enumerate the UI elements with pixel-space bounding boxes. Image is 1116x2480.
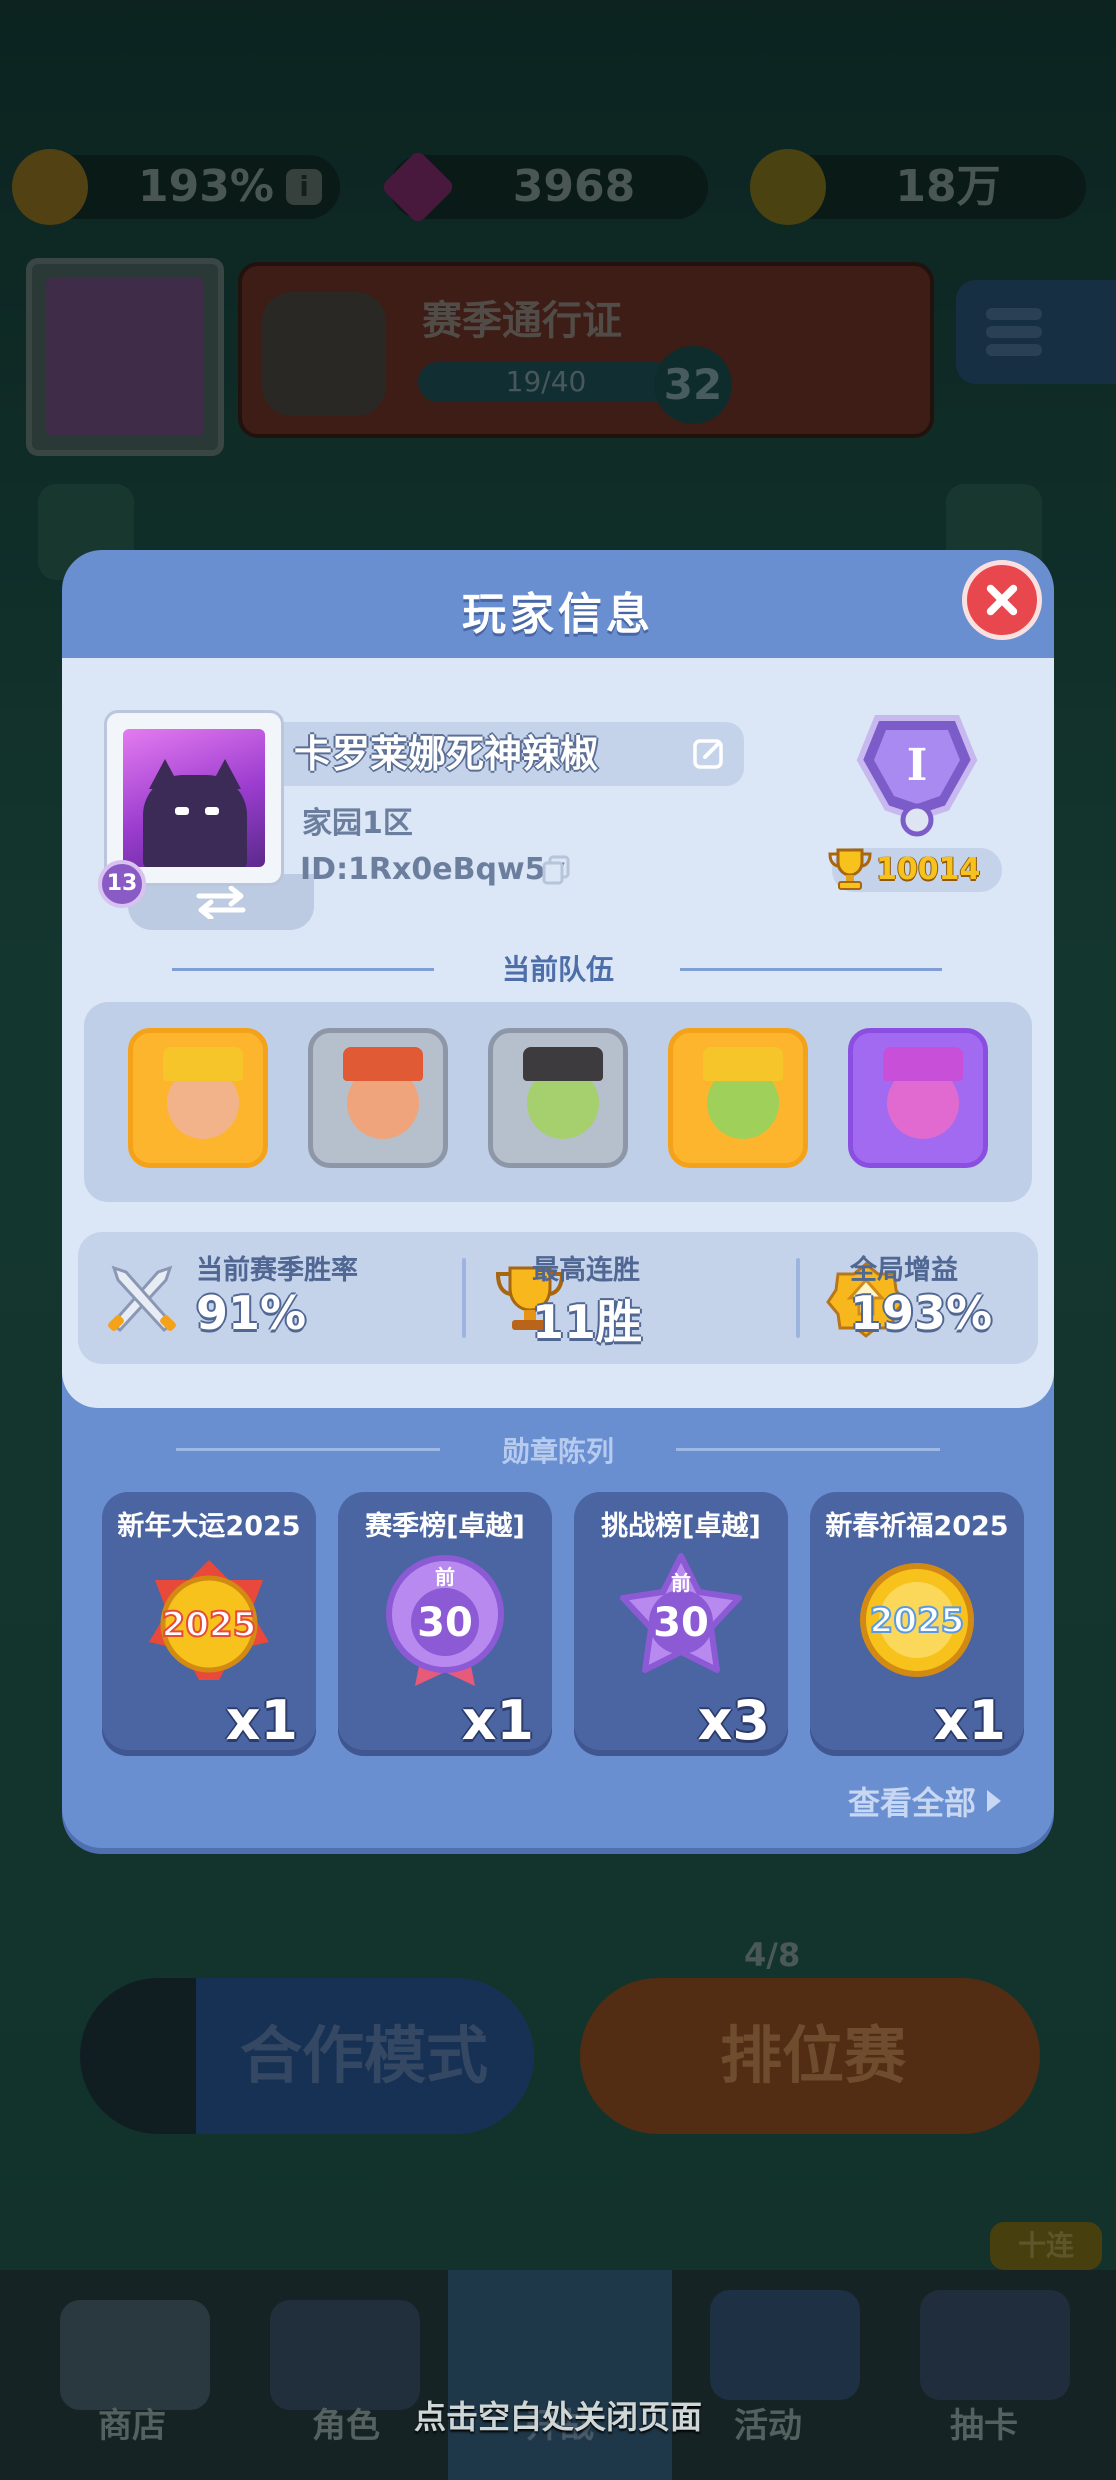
hero-card-goblin[interactable] bbox=[488, 1028, 628, 1168]
medals-header: 勋章陈列 bbox=[501, 1435, 614, 1468]
medal-count: x1 bbox=[933, 1689, 1006, 1752]
challenge-rank-medal-icon: 前 30 bbox=[620, 1553, 742, 1673]
player-info-dialog: 玩家信息 13 卡罗莱娜死神辣椒 家园1区 ID:1Rx0eBqw5v I 10… bbox=[62, 550, 1054, 1848]
medal-art-text: 30 bbox=[653, 1600, 709, 1646]
rank-badge-icon[interactable]: I bbox=[852, 700, 982, 840]
hero-card-warrior[interactable] bbox=[308, 1028, 448, 1168]
view-all-label: 查看全部 bbox=[847, 1784, 976, 1822]
player-id: ID:1Rx0eBqw5v bbox=[300, 852, 566, 887]
player-name: 卡罗莱娜死神辣椒 bbox=[294, 732, 599, 776]
season-rank-medal-icon: 前 30 bbox=[386, 1555, 504, 1686]
trophy-value: 10014 bbox=[876, 852, 981, 887]
player-stats: 当前赛季胜率 91% 最高连胜 11胜 全局增益 193% bbox=[78, 1232, 1038, 1364]
trophy-icon bbox=[828, 848, 872, 890]
player-server: 家园1区 bbox=[302, 806, 413, 841]
team-header: 当前队伍 bbox=[501, 953, 614, 986]
player-avatar[interactable] bbox=[104, 710, 284, 886]
close-icon bbox=[986, 584, 1018, 616]
close-hint: 点击空白处关闭页面 bbox=[413, 2398, 702, 2436]
medal-name: 新年大运2025 bbox=[117, 1511, 301, 1542]
avatar-portrait bbox=[123, 729, 265, 867]
player-level-badge: 13 bbox=[98, 860, 146, 908]
close-button[interactable] bbox=[962, 560, 1042, 640]
medal-card[interactable]: 挑战榜[卓越] 前 30 x3 bbox=[574, 1492, 788, 1756]
swap-arrows-icon bbox=[196, 885, 246, 919]
medal-card[interactable]: 新年大运2025 2025 x1 bbox=[102, 1492, 316, 1756]
copy-icon[interactable] bbox=[540, 854, 572, 886]
dialog-title: 玩家信息 bbox=[462, 589, 654, 640]
hero-card-goblin-king[interactable] bbox=[668, 1028, 808, 1168]
medal-art-top: 前 bbox=[435, 1565, 455, 1589]
global-boost-label: 全局增益 bbox=[850, 1255, 958, 1286]
stat-divider bbox=[796, 1258, 800, 1338]
stat-divider bbox=[462, 1258, 466, 1338]
medal-art-text: 2025 bbox=[162, 1605, 257, 1645]
medal-count: x1 bbox=[225, 1689, 298, 1752]
hero-card-king[interactable] bbox=[128, 1028, 268, 1168]
crossed-swords-icon bbox=[108, 1265, 176, 1333]
medal-name: 新春祈福2025 bbox=[825, 1511, 1009, 1542]
team-lineup bbox=[84, 1002, 1032, 1202]
view-all-link[interactable]: 查看全部 bbox=[848, 1778, 1004, 1824]
rank-numeral: I bbox=[907, 740, 928, 791]
trophy-count: 10014 bbox=[828, 848, 1002, 892]
spring-blessing-medal-icon: 2025 bbox=[860, 1563, 974, 1677]
hero-card-wrestler[interactable] bbox=[848, 1028, 988, 1168]
player-profile-panel: 13 卡罗莱娜死神辣椒 家园1区 ID:1Rx0eBqw5v I 10014 当… bbox=[62, 658, 1054, 1408]
winrate-label: 当前赛季胜率 bbox=[196, 1255, 358, 1286]
new-year-medal-icon: 2025 bbox=[149, 1560, 269, 1680]
medal-count: x3 bbox=[697, 1689, 770, 1752]
medal-art-top: 前 bbox=[671, 1571, 691, 1595]
medal-card[interactable]: 新春祈福2025 2025 x1 bbox=[810, 1492, 1024, 1756]
medal-count: x1 bbox=[461, 1689, 534, 1752]
streak-value: 11胜 bbox=[532, 1295, 643, 1349]
medal-card[interactable]: 赛季榜[卓越] 前 30 x1 bbox=[338, 1492, 552, 1756]
medal-name: 挑战榜[卓越] bbox=[601, 1511, 761, 1542]
medal-art-text: 30 bbox=[417, 1600, 473, 1646]
medal-art-text: 2025 bbox=[870, 1601, 965, 1641]
player-name-bar[interactable]: 卡罗莱娜死神辣椒 bbox=[284, 722, 744, 786]
edit-icon[interactable] bbox=[692, 736, 726, 770]
winrate-value: 91% bbox=[196, 1286, 307, 1340]
streak-label: 最高连胜 bbox=[532, 1255, 640, 1286]
medal-name: 赛季榜[卓越] bbox=[365, 1511, 525, 1542]
global-boost-value: 193% bbox=[850, 1286, 993, 1340]
chevron-right-icon bbox=[987, 1790, 1001, 1812]
